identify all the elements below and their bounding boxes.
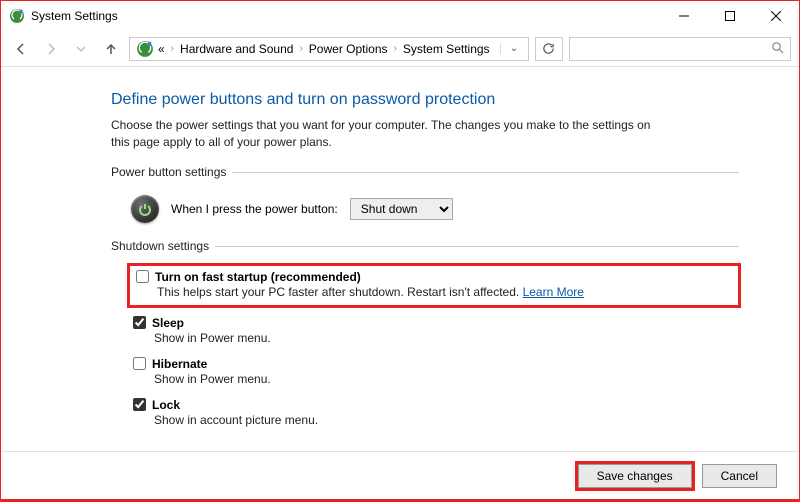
learn-more-link[interactable]: Learn More [523,285,584,299]
nav-back-button[interactable] [9,37,33,61]
power-button-row: When I press the power button: Shut down [111,189,739,239]
divider [215,246,739,247]
content-area: Define power buttons and turn on passwor… [1,67,799,451]
breadcrumb-dropdown[interactable]: ⌄ [500,43,522,54]
fast-startup-checkbox[interactable] [136,270,149,283]
option-lock: Lock Show in account picture menu. [129,396,739,431]
hibernate-title: Hibernate [152,357,207,371]
save-changes-button[interactable]: Save changes [578,464,692,488]
option-fast-startup: Turn on fast startup (recommended) This … [127,263,741,308]
power-icon [131,195,159,223]
group-power-button: Power button settings [111,165,739,179]
shutdown-list: Turn on fast startup (recommended) This … [111,263,739,431]
group-shutdown: Shutdown settings [111,239,739,253]
hibernate-checkbox-row[interactable]: Hibernate [133,357,735,371]
footer: Save changes Cancel [1,451,799,499]
breadcrumb-item[interactable]: Power Options [309,42,388,56]
fast-startup-checkbox-row[interactable]: Turn on fast startup (recommended) [136,270,732,284]
option-sleep: Sleep Show in Power menu. [129,314,739,349]
group-label-text: Shutdown settings [111,239,209,253]
nav-up-button[interactable] [99,37,123,61]
sleep-sub: Show in Power menu. [133,331,735,345]
nav-forward-button[interactable] [39,37,63,61]
cancel-button[interactable]: Cancel [702,464,777,488]
group-label-text: Power button settings [111,165,226,179]
breadcrumb-item[interactable]: System Settings [403,42,490,56]
search-input[interactable] [569,37,791,61]
nav-recent-dropdown[interactable] [69,37,93,61]
sleep-checkbox[interactable] [133,316,146,329]
search-icon [771,41,784,57]
close-button[interactable] [753,1,799,31]
maximize-button[interactable] [707,1,753,31]
chevron-right-icon: › [169,43,176,54]
fast-startup-title: Turn on fast startup (recommended) [155,270,361,284]
power-button-label: When I press the power button: [171,202,338,216]
lock-checkbox-row[interactable]: Lock [133,398,735,412]
divider [232,172,739,173]
lock-sub: Show in account picture menu. [133,413,735,427]
window-controls [661,1,799,31]
sleep-title: Sleep [152,316,184,330]
window: System Settings « › Hardware and Sound ›… [0,0,800,500]
refresh-button[interactable] [535,37,563,61]
titlebar: System Settings [1,1,799,31]
option-hibernate: Hibernate Show in Power menu. [129,355,739,390]
fast-startup-sub: This helps start your PC faster after sh… [136,285,732,299]
hibernate-sub: Show in Power menu. [133,372,735,386]
breadcrumb[interactable]: « › Hardware and Sound › Power Options ›… [129,37,529,61]
lock-title: Lock [152,398,180,412]
page-heading: Define power buttons and turn on passwor… [111,91,739,109]
breadcrumb-root[interactable]: « [158,42,165,56]
window-title: System Settings [31,9,118,23]
hibernate-checkbox[interactable] [133,357,146,370]
chevron-right-icon: › [297,43,304,54]
breadcrumb-item[interactable]: Hardware and Sound [180,42,293,56]
chevron-right-icon: › [392,43,399,54]
navbar: « › Hardware and Sound › Power Options ›… [1,31,799,67]
page-lead: Choose the power settings that you want … [111,117,671,151]
sleep-checkbox-row[interactable]: Sleep [133,316,735,330]
lock-checkbox[interactable] [133,398,146,411]
power-options-icon [9,8,25,24]
minimize-button[interactable] [661,1,707,31]
power-options-icon [136,40,154,58]
power-button-action-select[interactable]: Shut down [350,198,453,220]
